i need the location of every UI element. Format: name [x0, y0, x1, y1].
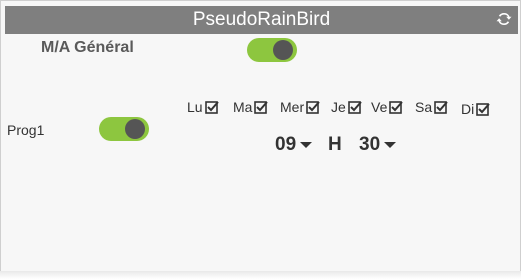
- chevron-down-icon: [300, 142, 313, 148]
- day-label: Lu: [187, 99, 203, 115]
- general-switch-knob: [273, 40, 293, 60]
- program-label: Prog1: [7, 122, 45, 138]
- checkbox-checked-icon[interactable]: [204, 100, 219, 114]
- card-shadow: [0, 271, 521, 279]
- minute-value: 30: [359, 134, 381, 155]
- day-tuesday[interactable]: Ma: [233, 98, 269, 116]
- day-thursday[interactable]: Je: [331, 98, 362, 116]
- day-sunday[interactable]: Di: [461, 100, 490, 118]
- day-monday[interactable]: Lu: [187, 98, 219, 116]
- minute-select[interactable]: 30: [359, 134, 397, 156]
- widget-title: PseudoRainBird: [192, 9, 331, 30]
- hour-separator: H: [328, 134, 342, 155]
- checkbox-checked-icon[interactable]: [306, 100, 320, 114]
- checkbox-checked-icon[interactable]: [389, 100, 404, 114]
- checkbox-checked-icon[interactable]: [347, 100, 362, 114]
- checkbox-checked-icon[interactable]: [476, 102, 490, 116]
- day-wednesday[interactable]: Mer: [280, 98, 320, 116]
- general-switch-label: M/A Général: [41, 39, 134, 56]
- day-label: Mer: [280, 99, 305, 115]
- checkbox-checked-icon[interactable]: [434, 100, 448, 114]
- checkbox-checked-icon[interactable]: [254, 100, 269, 114]
- hour-select[interactable]: 09: [275, 134, 313, 156]
- day-friday[interactable]: Ve: [371, 98, 404, 116]
- day-label: Di: [461, 101, 475, 117]
- general-switch[interactable]: [247, 38, 297, 62]
- program-switch-knob: [125, 119, 145, 139]
- title-bar: PseudoRainBird: [5, 6, 518, 34]
- chevron-down-icon: [384, 142, 397, 148]
- day-saturday[interactable]: Sa: [415, 98, 448, 116]
- day-label: Sa: [415, 99, 433, 115]
- day-label: Ve: [371, 99, 388, 115]
- program-switch[interactable]: [99, 117, 149, 141]
- day-label: Ma: [233, 99, 253, 115]
- refresh-icon[interactable]: [495, 10, 513, 28]
- widget-card: PseudoRainBird M/A Général Prog1 Lu Ma M…: [0, 0, 521, 279]
- day-label: Je: [331, 99, 346, 115]
- hour-value: 09: [275, 134, 297, 155]
